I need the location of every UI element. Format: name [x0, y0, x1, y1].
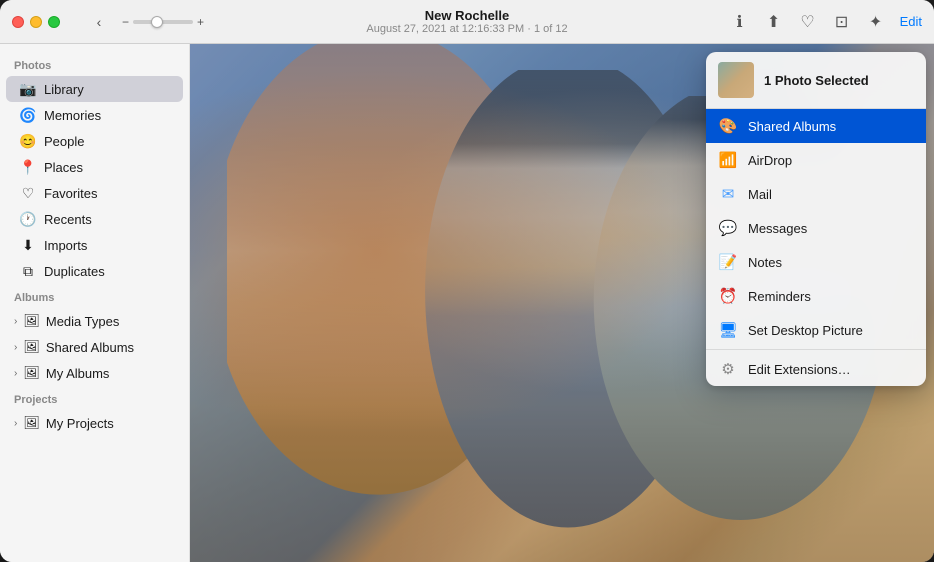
item-label: Notes	[748, 255, 782, 270]
back-button[interactable]: ‹	[88, 11, 110, 33]
dropdown-title: 1 Photo Selected	[764, 73, 869, 88]
sidebar-item-label: Memories	[44, 108, 101, 123]
chevron-icon: ›	[14, 316, 17, 327]
nav-controls: ‹ − +	[88, 11, 204, 33]
messages-icon: 💬	[718, 218, 738, 238]
sidebar-item-people[interactable]: 😊 People	[6, 128, 183, 154]
minimize-button[interactable]	[30, 16, 42, 28]
info-icon[interactable]: ℹ	[730, 12, 750, 32]
dropdown-item-airdrop[interactable]: 📶 AirDrop	[706, 143, 926, 177]
sidebar: Photos 📷 Library 🌀 Memories 😊 People 📍 P…	[0, 44, 190, 562]
zoom-slider[interactable]	[133, 20, 193, 24]
mail-icon: ✉	[718, 184, 738, 204]
photo-subtitle: August 27, 2021 at 12:16:33 PM · 1 of 12	[366, 23, 567, 35]
sidebar-item-library[interactable]: 📷 Library	[6, 76, 183, 102]
sidebar-item-favorites[interactable]: ♡ Favorites	[6, 180, 183, 206]
sidebar-item-label: Favorites	[44, 186, 97, 201]
albums-section-label: Albums	[0, 284, 189, 308]
sidebar-item-label: Duplicates	[44, 264, 105, 279]
sidebar-item-duplicates[interactable]: ⧉ Duplicates	[6, 258, 183, 284]
photo-area: 1 Photo Selected 🎨 Shared Albums 📶 AirDr…	[190, 44, 934, 562]
sidebar-item-label: People	[44, 134, 84, 149]
adjust-icon[interactable]: ✦	[866, 12, 886, 32]
recents-icon: 🕐	[20, 211, 36, 227]
favorites-icon: ♡	[20, 185, 36, 201]
zoom-plus-icon: +	[197, 15, 204, 29]
chevron-icon: ›	[14, 342, 17, 353]
shared-albums-icon: 🖼	[23, 339, 40, 355]
extensions-icon: ⚙	[718, 359, 738, 379]
dropdown-item-reminders[interactable]: ⏰ Reminders	[706, 279, 926, 313]
sidebar-item-media-types[interactable]: › 🖼 Media Types	[6, 308, 183, 334]
zoom-thumb	[151, 16, 163, 28]
memories-icon: 🌀	[20, 107, 36, 123]
share-dropdown: 1 Photo Selected 🎨 Shared Albums 📶 AirDr…	[706, 52, 926, 386]
dropdown-item-edit-extensions[interactable]: ⚙ Edit Extensions…	[706, 352, 926, 386]
chevron-icon: ›	[14, 418, 17, 429]
chevron-icon: ›	[14, 368, 17, 379]
titlebar: ‹ − + New Rochelle August 27, 2021 at 12…	[0, 0, 934, 44]
main-content: Photos 📷 Library 🌀 Memories 😊 People 📍 P…	[0, 44, 934, 562]
sidebar-item-label: My Albums	[46, 366, 110, 381]
dropdown-item-messages[interactable]: 💬 Messages	[706, 211, 926, 245]
photos-section-label: Photos	[0, 52, 189, 76]
fullscreen-button[interactable]	[48, 16, 60, 28]
sidebar-item-places[interactable]: 📍 Places	[6, 154, 183, 180]
sidebar-item-my-albums[interactable]: › 🖼 My Albums	[6, 360, 183, 386]
media-types-icon: 🖼	[23, 313, 40, 329]
library-icon: 📷	[20, 81, 36, 97]
projects-section-label: Projects	[0, 386, 189, 410]
duplicates-icon: ⧉	[20, 263, 36, 279]
crop-icon[interactable]: ⊡	[832, 12, 852, 32]
dropdown-item-notes[interactable]: 📝 Notes	[706, 245, 926, 279]
places-icon: 📍	[20, 159, 36, 175]
sidebar-item-label: Library	[44, 82, 84, 97]
sidebar-item-my-projects[interactable]: › 🖼 My Projects	[6, 410, 183, 436]
edit-button[interactable]: Edit	[900, 14, 922, 29]
photo-thumbnail	[718, 62, 754, 98]
zoom-minus-icon: −	[122, 15, 129, 29]
sidebar-item-label: Media Types	[46, 314, 119, 329]
toolbar-right: ℹ ⬆ ♡ ⊡ ✦ Edit	[730, 12, 922, 32]
item-label: Mail	[748, 187, 772, 202]
sidebar-item-label: Recents	[44, 212, 92, 227]
item-label: Messages	[748, 221, 807, 236]
sidebar-item-memories[interactable]: 🌀 Memories	[6, 102, 183, 128]
my-albums-icon: 🖼	[23, 365, 40, 381]
close-button[interactable]	[12, 16, 24, 28]
reminders-icon: ⏰	[718, 286, 738, 306]
zoom-control[interactable]: − +	[122, 15, 204, 29]
shared-albums-icon: 🎨	[718, 116, 738, 136]
dropdown-header: 1 Photo Selected	[706, 52, 926, 109]
people-icon: 😊	[20, 133, 36, 149]
share-icon[interactable]: ⬆	[764, 12, 784, 32]
titlebar-center: New Rochelle August 27, 2021 at 12:16:33…	[366, 8, 567, 35]
traffic-lights	[12, 16, 60, 28]
imports-icon: ⬇	[20, 237, 36, 253]
sidebar-item-recents[interactable]: 🕐 Recents	[6, 206, 183, 232]
dropdown-divider	[706, 349, 926, 350]
sidebar-item-label: My Projects	[46, 416, 114, 431]
photo-title: New Rochelle	[366, 8, 567, 23]
dropdown-item-set-desktop[interactable]: 🖥 Set Desktop Picture	[706, 313, 926, 347]
item-label: AirDrop	[748, 153, 792, 168]
my-projects-icon: 🖼	[23, 415, 40, 431]
sidebar-item-imports[interactable]: ⬇ Imports	[6, 232, 183, 258]
main-window: ‹ − + New Rochelle August 27, 2021 at 12…	[0, 0, 934, 562]
desktop-icon: 🖥	[718, 320, 738, 340]
item-label: Shared Albums	[748, 119, 836, 134]
airdrop-icon: 📶	[718, 150, 738, 170]
sidebar-item-label: Places	[44, 160, 83, 175]
sidebar-item-shared-albums[interactable]: › 🖼 Shared Albums	[6, 334, 183, 360]
notes-icon: 📝	[718, 252, 738, 272]
sidebar-item-label: Imports	[44, 238, 87, 253]
dropdown-item-shared-albums[interactable]: 🎨 Shared Albums	[706, 109, 926, 143]
item-label: Reminders	[748, 289, 811, 304]
item-label: Edit Extensions…	[748, 362, 851, 377]
sidebar-item-label: Shared Albums	[46, 340, 134, 355]
heart-icon[interactable]: ♡	[798, 12, 818, 32]
item-label: Set Desktop Picture	[748, 323, 863, 338]
dropdown-item-mail[interactable]: ✉ Mail	[706, 177, 926, 211]
